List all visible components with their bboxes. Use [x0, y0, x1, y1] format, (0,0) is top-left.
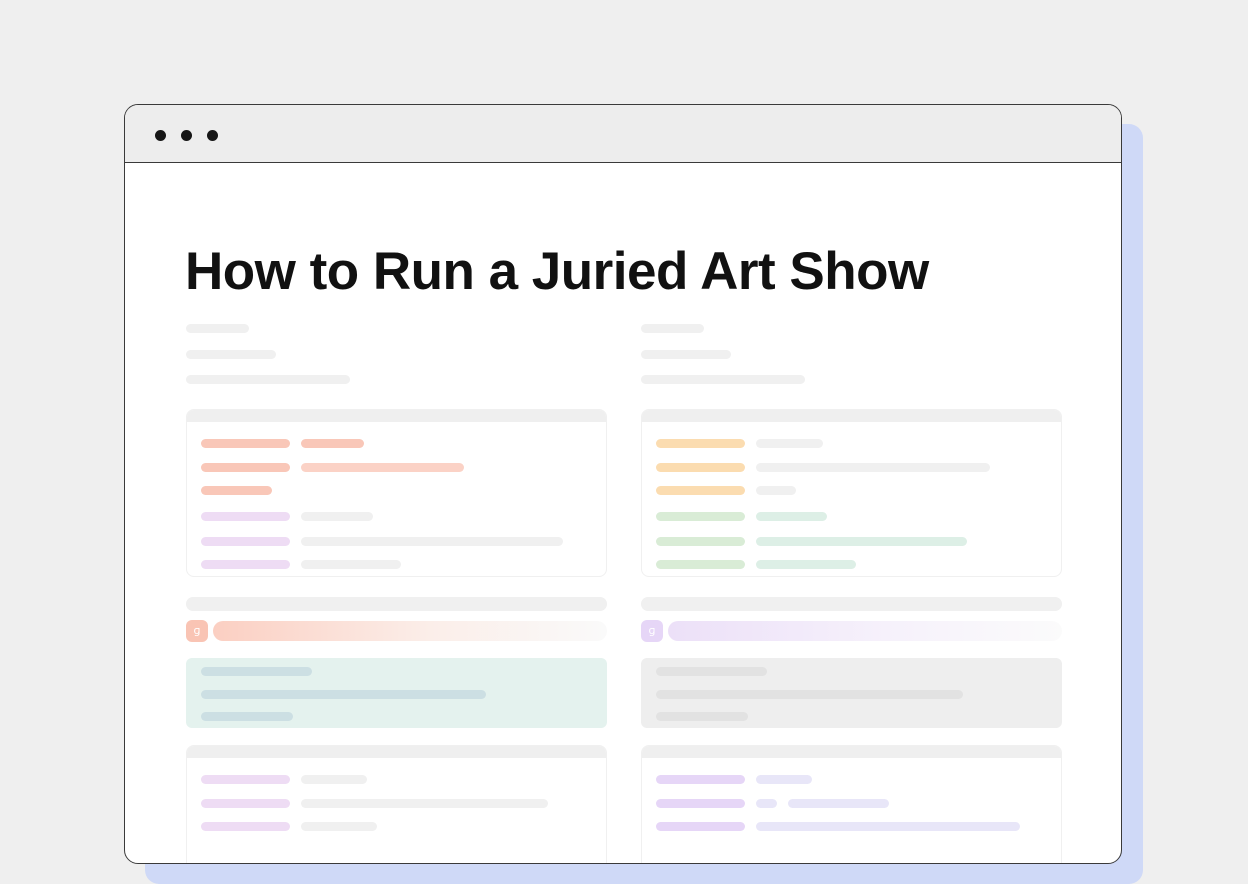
left-card-bottom	[186, 745, 607, 863]
card-header	[187, 410, 606, 422]
right-card-bottom	[641, 745, 1062, 863]
step-progress	[213, 621, 607, 641]
right-callout	[641, 658, 1062, 728]
right-card-top	[641, 409, 1062, 577]
window-close-dot[interactable]	[155, 130, 166, 141]
card-header	[642, 410, 1061, 422]
card-header	[187, 746, 606, 758]
step-badge: ɡ	[641, 620, 663, 642]
step-badge: ɡ	[186, 620, 208, 642]
window-titlebar	[125, 105, 1121, 163]
left-card-top	[186, 409, 607, 577]
left-callout	[186, 658, 607, 728]
window-minimize-dot[interactable]	[181, 130, 192, 141]
card-header	[642, 746, 1061, 758]
window-maximize-dot[interactable]	[207, 130, 218, 141]
step-progress	[668, 621, 1062, 641]
browser-window: How to Run a Juried Art Show ɡ ɡ	[124, 104, 1122, 864]
page-title: How to Run a Juried Art Show	[185, 242, 929, 301]
